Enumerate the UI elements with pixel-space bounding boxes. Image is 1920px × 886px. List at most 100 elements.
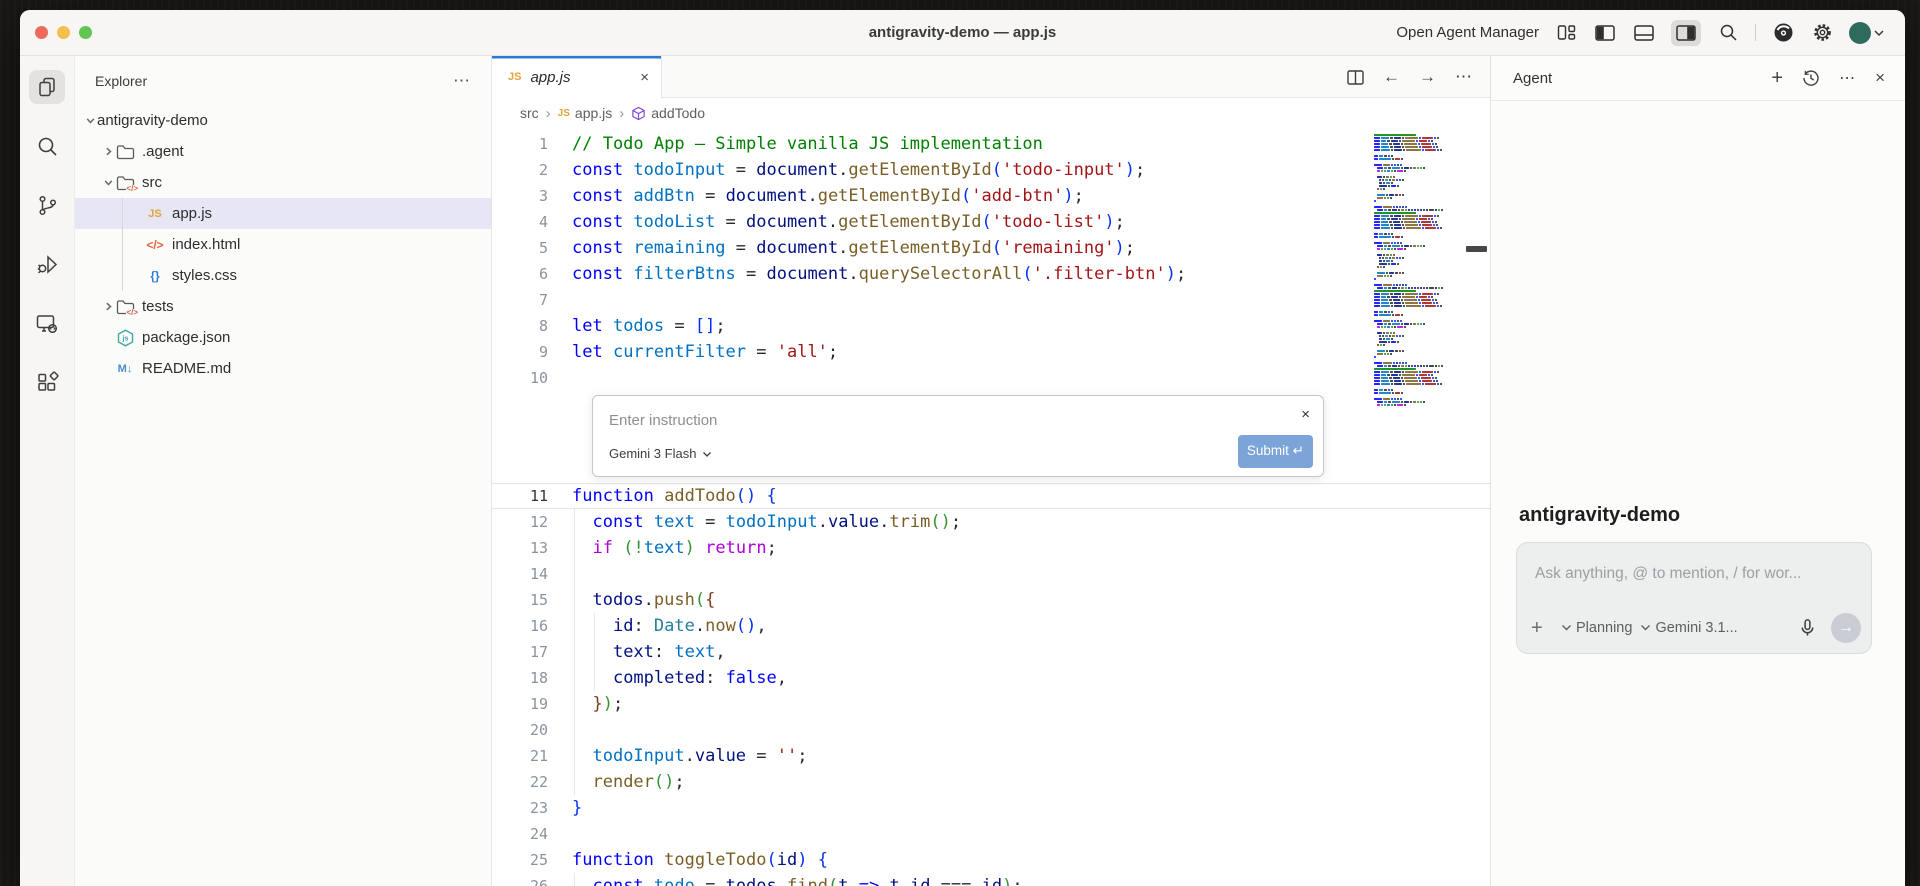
code-line-15[interactable]: 15 todos.push({: [492, 587, 1490, 613]
code-line-4[interactable]: 4const todoList = document.getElementByI…: [492, 209, 1490, 235]
tree-item-label: README.md: [142, 360, 231, 377]
tree-item-label: package.json: [142, 329, 230, 346]
extensions-icon[interactable]: [29, 365, 65, 399]
code-line-17[interactable]: 17 text: text,: [492, 639, 1490, 665]
tree-item--agent[interactable]: .agent: [75, 136, 491, 167]
minimap[interactable]: [1374, 134, 1462, 407]
close-widget-icon[interactable]: ×: [1301, 402, 1310, 428]
line-number: 24: [492, 821, 548, 847]
search-icon[interactable]: [29, 129, 65, 163]
tree-item-readme-md[interactable]: M↓README.md: [75, 353, 491, 384]
code-line-14[interactable]: 14: [492, 561, 1490, 587]
code-line-1[interactable]: 1// Todo App — Simple vanilla JS impleme…: [492, 131, 1490, 157]
editor-more-actions-icon[interactable]: ⋯: [1455, 67, 1472, 87]
account-menu[interactable]: [1849, 22, 1885, 44]
layout-icon[interactable]: [1554, 22, 1578, 44]
code-line-25[interactable]: 25function toggleTodo(id) {: [492, 847, 1490, 873]
tree-item-index-html[interactable]: </> index.html: [75, 229, 491, 260]
minimize-window-button[interactable]: [57, 26, 70, 39]
tree-item-antigravity-demo[interactable]: antigravity-demo: [75, 105, 491, 136]
code-line-21[interactable]: 21 todoInput.value = '';: [492, 743, 1490, 769]
close-window-button[interactable]: [35, 26, 48, 39]
tree-item-tests[interactable]: </>tests: [75, 291, 491, 322]
code-line-26[interactable]: 26 const todo = todos.find(t => t.id ===…: [492, 873, 1490, 886]
tab-appjs[interactable]: JS app.js ×: [492, 56, 662, 98]
code-line-19[interactable]: 19 });: [492, 691, 1490, 717]
code-line-10[interactable]: 10: [492, 365, 1490, 391]
html-icon: </>: [145, 238, 165, 252]
open-agent-manager-button[interactable]: Open Agent Manager: [1396, 24, 1539, 41]
code-line-5[interactable]: 5const remaining = document.getElementBy…: [492, 235, 1490, 261]
code-line-11[interactable]: 11function addTodo() {: [492, 483, 1490, 509]
chevron-right-icon: [101, 301, 115, 312]
agent-panel-title: Agent: [1513, 70, 1552, 87]
code-line-2[interactable]: 2const todoInput = document.getElementBy…: [492, 157, 1490, 183]
run-debug-icon[interactable]: [29, 247, 65, 281]
explorer-files-icon[interactable]: [29, 70, 65, 104]
tree-item-src[interactable]: </>src: [75, 167, 491, 198]
agent-composer[interactable]: Ask anything, @ to mention, / for wor...…: [1516, 542, 1872, 654]
model-selector[interactable]: Gemini 3 Flash: [609, 441, 712, 467]
line-number: 7: [492, 287, 548, 313]
explorer-more-actions-icon[interactable]: ⋯: [453, 71, 471, 91]
search-icon[interactable]: [1716, 22, 1740, 44]
code-line-3[interactable]: 3const addBtn = document.getElementById(…: [492, 183, 1490, 209]
submit-button[interactable]: Submit ↵: [1238, 435, 1313, 468]
breadcrumb-symbol[interactable]: addTodo: [631, 105, 705, 121]
indent-guide: [594, 665, 595, 691]
microphone-icon[interactable]: [1798, 618, 1817, 638]
close-tab-icon[interactable]: ×: [640, 69, 649, 86]
gear-icon[interactable]: [1810, 22, 1834, 44]
code-line-24[interactable]: 24: [492, 821, 1490, 847]
toggle-left-panel-icon[interactable]: [1593, 22, 1617, 44]
navigate-back-icon[interactable]: ←: [1383, 67, 1400, 87]
toggle-bottom-panel-icon[interactable]: [1632, 22, 1656, 44]
history-icon[interactable]: [1802, 69, 1820, 87]
tree-item-label: index.html: [172, 236, 240, 253]
code-line-18[interactable]: 18 completed: false,: [492, 665, 1490, 691]
minimap-slider[interactable]: [1466, 246, 1487, 252]
tree-item-label: src: [142, 174, 162, 191]
agent-more-actions-icon[interactable]: ⋯: [1839, 68, 1856, 88]
code-text: let todos = [];: [548, 313, 726, 339]
code-line-23[interactable]: 23}: [492, 795, 1490, 821]
indent-guide: [574, 587, 575, 613]
close-panel-icon[interactable]: ×: [1875, 68, 1885, 88]
code-line-22[interactable]: 22 render();: [492, 769, 1490, 795]
chevron-down-icon: [83, 115, 97, 126]
code-text: });: [548, 691, 623, 717]
breadcrumb-src[interactable]: src: [520, 105, 539, 121]
code-line-13[interactable]: 13 if (!text) return;: [492, 535, 1490, 561]
code-editor[interactable]: 1// Todo App — Simple vanilla JS impleme…: [492, 128, 1490, 886]
code-line-9[interactable]: 9let currentFilter = 'all';: [492, 339, 1490, 365]
mode-selector[interactable]: Planning: [1561, 620, 1632, 636]
tree-item-styles-css[interactable]: {}styles.css: [75, 260, 491, 291]
remote-explorer-icon[interactable]: [29, 306, 65, 340]
tree-item-package-json[interactable]: jspackage.json: [75, 322, 491, 353]
chevron-down-icon: [1561, 624, 1572, 632]
navigate-forward-icon[interactable]: →: [1419, 67, 1436, 87]
zoom-window-button[interactable]: [79, 26, 92, 39]
tree-item-app-js[interactable]: JSapp.js: [75, 198, 491, 229]
code-line-20[interactable]: 20: [492, 717, 1490, 743]
toggle-right-panel-icon[interactable]: [1671, 20, 1701, 46]
code-line-12[interactable]: 12 const text = todoInput.value.trim();: [492, 509, 1490, 535]
instruction-input[interactable]: Enter instruction: [609, 408, 717, 434]
code-text: function addTodo() {: [548, 483, 777, 509]
send-button[interactable]: →: [1831, 613, 1861, 643]
agent-input[interactable]: Ask anything, @ to mention, / for wor...: [1535, 565, 1860, 583]
split-editor-icon[interactable]: [1347, 70, 1364, 85]
source-control-icon[interactable]: [29, 188, 65, 222]
model-selector[interactable]: Gemini 3.1...: [1640, 620, 1737, 636]
code-line-16[interactable]: 16 id: Date.now(),: [492, 613, 1490, 639]
new-conversation-button[interactable]: +: [1771, 67, 1783, 90]
chevron-down-icon: [702, 451, 712, 458]
gemini-swirl-icon[interactable]: [1771, 22, 1795, 44]
code-text: todoInput.value = '';: [548, 743, 808, 769]
breadcrumb-file[interactable]: JS app.js: [558, 105, 613, 121]
add-context-button[interactable]: +: [1531, 617, 1553, 640]
code-line-7[interactable]: 7: [492, 287, 1490, 313]
code-line-8[interactable]: 8let todos = [];: [492, 313, 1490, 339]
code-line-6[interactable]: 6const filterBtns = document.querySelect…: [492, 261, 1490, 287]
code-text: const todoInput = document.getElementByI…: [548, 157, 1145, 183]
